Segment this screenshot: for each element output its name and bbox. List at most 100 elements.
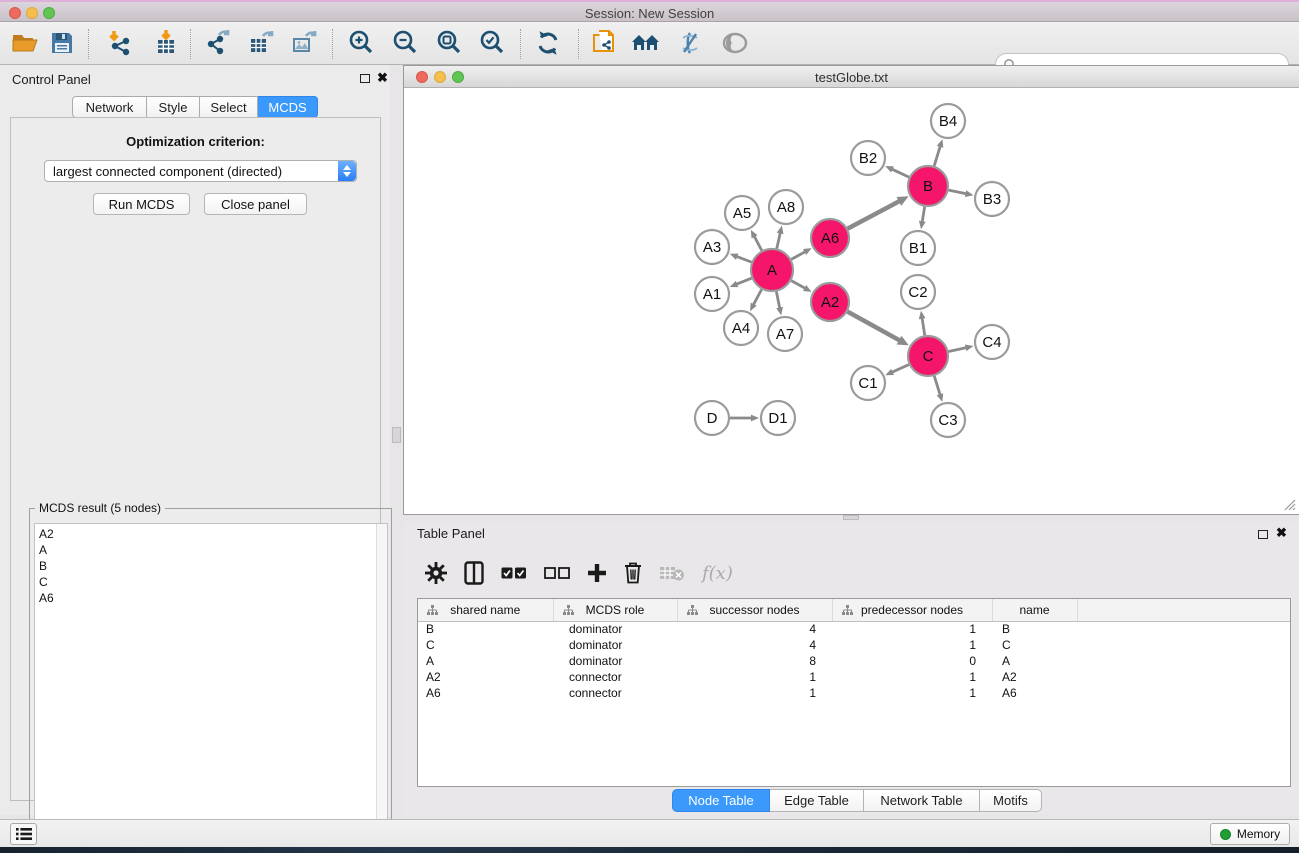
graph-edge[interactable]	[922, 207, 925, 224]
graph-edge[interactable]	[949, 347, 968, 351]
graph-node-B3[interactable]: B3	[975, 182, 1009, 216]
tab-edge-table[interactable]: Edge Table	[770, 789, 864, 812]
save-session-icon[interactable]	[45, 26, 79, 60]
graph-edge[interactable]	[791, 251, 806, 259]
horizontal-split-handle[interactable]	[843, 515, 859, 520]
graph-edge[interactable]	[891, 169, 909, 178]
settings-gear-icon[interactable]	[425, 559, 447, 587]
tab-node-table[interactable]: Node Table	[672, 789, 770, 812]
mcds-result-item[interactable]: A6	[35, 590, 387, 606]
open-session-icon[interactable]	[8, 26, 42, 60]
graph-node-C3[interactable]: C3	[931, 403, 965, 437]
export-table-icon[interactable]	[244, 26, 278, 60]
tab-motifs[interactable]: Motifs	[980, 789, 1042, 812]
import-network-icon[interactable]	[103, 26, 137, 60]
graph-edge[interactable]	[934, 376, 940, 396]
graph-node-A2[interactable]: A2	[811, 283, 849, 321]
mcds-result-item[interactable]: A	[35, 542, 387, 558]
import-table-icon[interactable]	[149, 26, 183, 60]
graph-node-C2[interactable]: C2	[901, 275, 935, 309]
column-header[interactable]: MCDS role	[553, 599, 677, 621]
column-header[interactable]: shared name	[418, 599, 553, 621]
show-eye-icon[interactable]	[718, 26, 752, 60]
delete-column-icon[interactable]	[624, 559, 642, 587]
graph-node-A[interactable]: A	[751, 249, 793, 291]
hide-eye-icon[interactable]	[673, 26, 707, 60]
refresh-icon[interactable]	[531, 26, 565, 60]
home-icon[interactable]	[629, 26, 663, 60]
graph-node-A3[interactable]: A3	[695, 230, 729, 264]
mcds-result-item[interactable]: A2	[35, 526, 387, 542]
graph-node-C1[interactable]: C1	[851, 366, 885, 400]
memory-button[interactable]: Memory	[1210, 823, 1290, 845]
graph-node-A4[interactable]: A4	[724, 311, 758, 345]
graph-edge[interactable]	[891, 365, 909, 373]
graph-edge[interactable]	[848, 312, 901, 341]
graph-node-A1[interactable]: A1	[695, 277, 729, 311]
clone-network-icon[interactable]	[587, 26, 621, 60]
graph-node-B4[interactable]: B4	[931, 104, 965, 138]
mcds-result-item[interactable]: C	[35, 574, 387, 590]
dropdown-stepper-icon[interactable]	[338, 161, 356, 181]
zoom-fit-icon[interactable]	[432, 26, 466, 60]
graph-edge[interactable]	[848, 201, 901, 229]
graph-edge[interactable]	[777, 231, 781, 248]
tab-style[interactable]: Style	[147, 96, 200, 118]
graph-node-D1[interactable]: D1	[761, 401, 795, 435]
graph-edge[interactable]	[754, 235, 762, 250]
graph-edge[interactable]	[922, 317, 925, 336]
graph-edge[interactable]	[934, 145, 940, 166]
graph-edge[interactable]	[753, 289, 762, 306]
mcds-result-list[interactable]: A2ABCA6	[34, 523, 388, 849]
tab-network-table[interactable]: Network Table	[864, 789, 980, 812]
mcds-result-item[interactable]: B	[35, 558, 387, 574]
table-row[interactable]: Adominator80A	[418, 653, 1290, 669]
mcds-list-scrollbar[interactable]	[376, 524, 387, 848]
graph-edge[interactable]	[735, 278, 751, 285]
table-row[interactable]: Bdominator41B	[418, 621, 1290, 637]
zoom-in-icon[interactable]	[344, 26, 378, 60]
graph-node-B[interactable]: B	[908, 166, 948, 206]
run-mcds-button[interactable]: Run MCDS	[93, 193, 190, 215]
tab-select[interactable]: Select	[200, 96, 258, 118]
task-history-button[interactable]	[10, 823, 37, 845]
column-header[interactable]: successor nodes	[677, 599, 832, 621]
graph-node-C[interactable]: C	[908, 336, 948, 376]
float-panel-icon[interactable]	[360, 74, 370, 83]
float-table-panel-icon[interactable]	[1258, 530, 1268, 539]
optimization-criterion-dropdown[interactable]: largest connected component (directed)	[44, 160, 357, 182]
column-header[interactable]: predecessor nodes	[832, 599, 992, 621]
delete-table-icon[interactable]	[659, 559, 685, 587]
close-table-panel-icon[interactable]: ✖	[1276, 525, 1287, 541]
network-window-titlebar[interactable]: testGlobe.txt	[404, 66, 1299, 88]
select-all-checkbox-icon[interactable]	[501, 559, 527, 587]
column-header[interactable]: name	[992, 599, 1077, 621]
graph-node-B1[interactable]: B1	[901, 231, 935, 265]
table-row[interactable]: Cdominator41C	[418, 637, 1290, 653]
toggle-column-icon[interactable]	[464, 559, 484, 587]
network-canvas[interactable]: B4B2BB3A5A8A6A3B1AA1C2A2A4A7C4CC1DD1C3	[404, 88, 1299, 514]
function-builder-icon[interactable]: f(x)	[702, 563, 733, 584]
graph-node-A6[interactable]: A6	[811, 219, 849, 257]
table-row[interactable]: A6connector11A6	[418, 685, 1290, 701]
add-column-icon[interactable]	[587, 559, 607, 587]
resize-grip-icon[interactable]	[1282, 497, 1296, 511]
close-panel-button[interactable]: Close panel	[204, 193, 307, 215]
graph-node-D[interactable]: D	[695, 401, 729, 435]
zoom-selected-icon[interactable]	[475, 26, 509, 60]
graph-node-C4[interactable]: C4	[975, 325, 1009, 359]
tab-network[interactable]: Network	[72, 96, 147, 118]
vertical-split-handle[interactable]	[392, 427, 401, 443]
export-image-icon[interactable]	[287, 26, 321, 60]
graph-node-B2[interactable]: B2	[851, 141, 885, 175]
graph-node-A7[interactable]: A7	[768, 317, 802, 351]
table-row[interactable]: A2connector11A2	[418, 669, 1290, 685]
zoom-out-icon[interactable]	[388, 26, 422, 60]
graph-edge[interactable]	[776, 292, 780, 310]
deselect-all-checkbox-icon[interactable]	[544, 559, 570, 587]
graph-edge[interactable]	[791, 281, 806, 289]
close-panel-icon[interactable]: ✖	[377, 70, 388, 86]
export-network-icon[interactable]	[201, 26, 235, 60]
graph-edge[interactable]	[949, 190, 968, 194]
tab-mcds[interactable]: MCDS	[258, 96, 318, 118]
